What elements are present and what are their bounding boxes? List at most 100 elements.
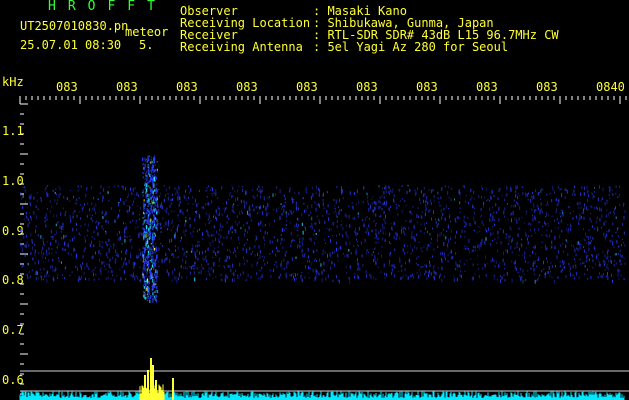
noise-speck — [615, 253, 617, 256]
meteor-speck — [152, 201, 154, 205]
noise-speck — [255, 206, 257, 209]
noise-speck — [337, 279, 339, 282]
noise-speck — [377, 239, 379, 241]
noise-speck — [452, 256, 454, 259]
noise-speck — [72, 211, 74, 215]
noise-speck — [233, 252, 234, 254]
noise-speck — [401, 264, 403, 267]
noise-speck — [543, 268, 545, 270]
noise-speck — [276, 208, 278, 213]
noise-speck — [578, 222, 580, 225]
noise-speck — [107, 220, 109, 224]
noise-speck — [592, 195, 594, 197]
noise-speck — [573, 276, 575, 280]
noise-speck — [194, 261, 196, 263]
noise-speck — [227, 256, 228, 260]
noise-speck — [569, 267, 571, 270]
noise-speck — [69, 274, 71, 277]
noise-speck — [182, 211, 184, 215]
noise-speck — [263, 259, 265, 262]
noise-speck — [166, 207, 168, 210]
noise-speck — [385, 214, 386, 219]
noise-speck — [545, 204, 547, 206]
noise-speck — [66, 244, 68, 247]
noise-speck — [58, 242, 60, 246]
noise-speck — [442, 213, 444, 216]
noise-speck — [88, 278, 90, 282]
noise-speck — [87, 202, 89, 206]
noise-speck — [606, 230, 608, 233]
meteor-speck — [153, 298, 155, 300]
noise-speck — [218, 251, 220, 253]
noise-speck — [110, 245, 112, 247]
noise-speck — [313, 241, 315, 245]
noise-speck — [295, 204, 297, 207]
noise-speck — [217, 246, 219, 248]
noise-speck — [124, 227, 126, 230]
noise-speck — [254, 254, 256, 257]
noise-speck — [295, 201, 297, 205]
noise-speck — [27, 262, 29, 265]
noise-speck — [535, 232, 537, 234]
noise-speck — [115, 258, 117, 261]
noise-speck — [492, 232, 494, 236]
noise-speck — [25, 200, 27, 204]
noise-speck — [179, 196, 181, 200]
noise-speck — [391, 264, 393, 267]
noise-speck — [170, 198, 172, 202]
meteor-speck — [144, 267, 146, 271]
noise-speck — [115, 249, 117, 253]
noise-speck — [244, 190, 246, 195]
noise-speck — [503, 274, 505, 276]
noise-speck — [264, 239, 266, 241]
noise-speck — [385, 185, 387, 190]
noise-speck — [473, 229, 475, 232]
noise-speck — [46, 194, 48, 198]
noise-speck — [510, 228, 512, 231]
noise-speck — [493, 259, 495, 263]
noise-speck — [331, 260, 333, 265]
noise-speck — [604, 254, 606, 257]
noise-speck — [34, 243, 36, 246]
noise-speck — [324, 238, 325, 241]
noise-speck — [207, 202, 209, 206]
noise-speck — [99, 243, 101, 247]
noise-speck — [305, 208, 307, 213]
noise-speck — [307, 259, 309, 263]
noise-speck — [606, 200, 608, 204]
noise-speck — [530, 208, 532, 210]
noise-speck — [444, 217, 446, 222]
noise-speck — [541, 270, 543, 273]
noise-speck — [316, 249, 318, 252]
noise-speck — [342, 226, 344, 231]
meteor-speck — [152, 298, 154, 302]
noise-speck — [260, 276, 262, 280]
noise-speck — [560, 230, 562, 232]
noise-speck — [478, 226, 480, 228]
noise-speck — [132, 261, 134, 266]
noise-speck — [530, 200, 532, 203]
meteor-speck — [155, 218, 157, 220]
meteor-speck — [143, 199, 145, 202]
noise-speck — [243, 224, 245, 227]
noise-speck — [302, 230, 304, 235]
noise-speck — [506, 248, 508, 252]
noise-speck — [353, 245, 355, 248]
noise-speck — [549, 234, 550, 237]
noise-speck — [615, 216, 617, 219]
meteor-speck — [147, 181, 149, 184]
noise-speck — [492, 225, 494, 228]
noise-speck — [450, 249, 452, 253]
noise-speck — [432, 255, 433, 258]
noise-speck — [336, 247, 337, 252]
noise-speck — [455, 268, 457, 271]
noise-speck — [527, 261, 529, 264]
noise-speck — [426, 222, 428, 225]
noise-speck — [105, 277, 107, 280]
noise-speck — [614, 211, 616, 215]
noise-speck — [246, 249, 248, 254]
noise-speck — [401, 185, 403, 187]
meteor-speck — [151, 278, 154, 283]
noise-speck — [615, 262, 617, 265]
noise-speck — [278, 207, 280, 209]
